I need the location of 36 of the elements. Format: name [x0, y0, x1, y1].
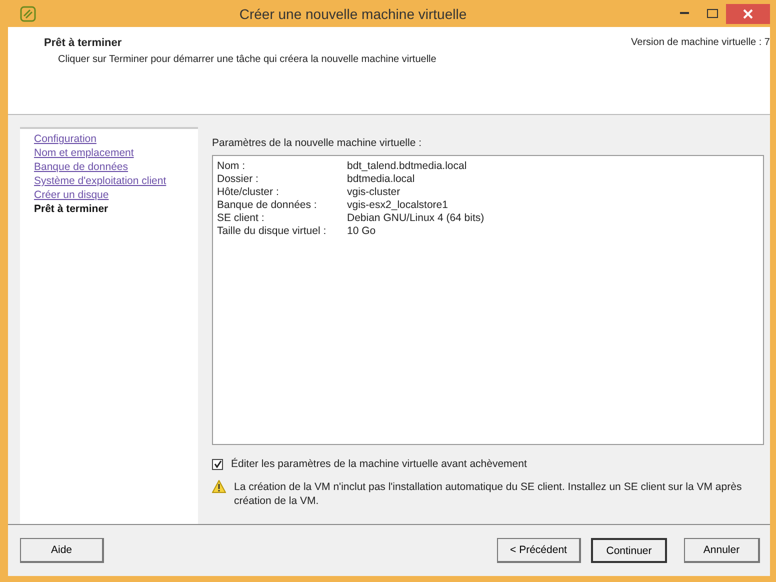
close-button[interactable]	[726, 4, 770, 24]
summary-label: Nom :	[217, 160, 246, 172]
version-label: Version de machine virtuelle : 7	[631, 37, 770, 50]
step-link[interactable]: Configuration	[34, 133, 198, 145]
maximize-icon	[706, 9, 718, 18]
next-button[interactable]: Continuer	[591, 538, 667, 563]
step-link[interactable]: Prêt à terminer	[34, 203, 198, 215]
step-link[interactable]: Nom et emplacement	[34, 147, 198, 159]
summary-value: vgis-esx2_localstore1	[347, 199, 449, 211]
window-title: Créer une nouvelle machine virtuelle	[238, 6, 468, 22]
app-icon	[20, 6, 36, 22]
summary-label: Banque de données :	[217, 199, 318, 211]
summary-label: Taille du disque virtuel :	[217, 225, 328, 237]
minimize-icon	[680, 12, 688, 15]
step-link[interactable]: Banque de données	[34, 161, 198, 173]
page-subtitle: Cliquer sur Terminer pour démarrer une tâche qui créera la nouvelle machine virtuelle	[58, 54, 436, 65]
step-link[interactable]: Créer un disque	[34, 189, 198, 201]
warning-text: La création de la VM n'inclut pas l'installation automatique du SE client. Installez un SE client sur la VM après création de la VM.	[234, 480, 743, 508]
close-icon	[743, 8, 753, 18]
edit-checkbox-label: Éditer les paramètres de la machine virtuelle avant achèvement	[231, 458, 527, 470]
back-button[interactable]: < Précédent	[497, 538, 581, 563]
summary-label: Dossier :	[217, 173, 260, 185]
step-link[interactable]: Système d'exploitation client	[34, 175, 198, 187]
summary-value: bdt_talend.bdtmedia.local	[347, 160, 468, 172]
edit-checkbox[interactable]	[212, 458, 223, 470]
summary-value: bdtmedia.local	[347, 173, 416, 185]
summary-title: Paramètres de la nouvelle machine virtuelle :	[212, 137, 423, 149]
page-title: Prêt à terminer	[44, 37, 123, 49]
summary-label: Hôte/cluster :	[217, 186, 280, 198]
summary-value: vgis-cluster	[347, 186, 402, 198]
warning-icon	[212, 480, 226, 493]
summary-label: SE client :	[217, 212, 266, 224]
summary-value: 10 Go	[347, 225, 377, 237]
summary-value: Debian GNU/Linux 4 (64 bits)	[347, 212, 486, 224]
cancel-button[interactable]: Annuler	[684, 538, 760, 563]
help-button[interactable]: Aide	[20, 538, 104, 563]
